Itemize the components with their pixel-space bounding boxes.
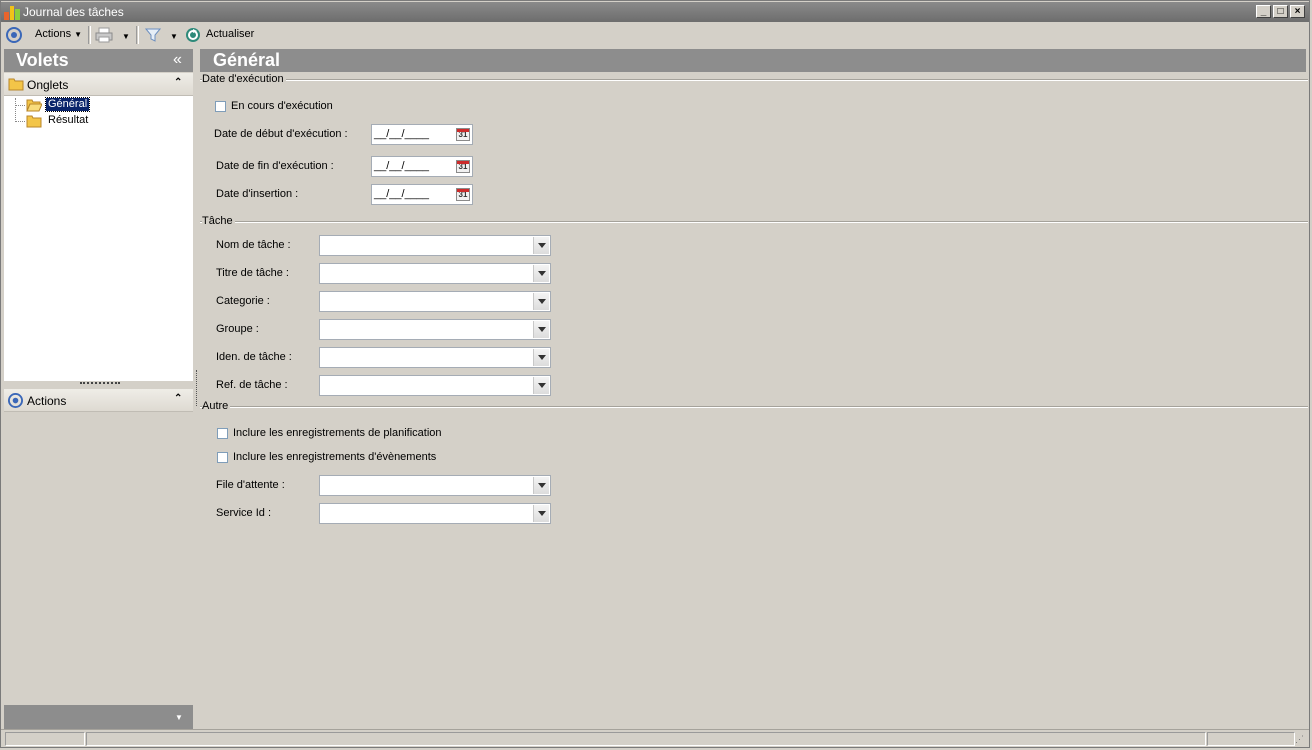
queue-select[interactable] — [319, 475, 551, 496]
actions-section-header[interactable]: Actions ⌃ — [4, 389, 193, 412]
task-name-select[interactable] — [319, 235, 551, 256]
tree-item-general[interactable]: Général — [44, 97, 91, 112]
status-bar: ⋰ — [1, 729, 1309, 748]
task-id-select[interactable] — [319, 347, 551, 368]
page-title: Général — [213, 50, 281, 70]
chevron-down-icon[interactable] — [533, 321, 549, 338]
chevron-down-icon[interactable] — [533, 349, 549, 366]
start-date-field[interactable]: __/__/____ 31 — [371, 124, 473, 145]
filter-dropdown-icon[interactable]: ▼ — [170, 32, 178, 41]
end-date-field[interactable]: __/__/____ 31 — [371, 156, 473, 177]
filter-icon[interactable] — [144, 27, 162, 46]
chevron-down-icon[interactable] — [533, 293, 549, 310]
chevron-down-icon[interactable] — [533, 265, 549, 282]
execution-group-title: Date d'exécution — [202, 73, 286, 85]
sidebar-footer: ▼ — [4, 705, 193, 729]
splitter-handle[interactable] — [80, 382, 120, 387]
task-title-label: Titre de tâche : — [216, 267, 289, 279]
status-cell — [1207, 732, 1295, 746]
actions-section-label: Actions — [27, 394, 67, 408]
sidebar-header: Volets « — [4, 49, 193, 72]
title-bar: Journal des tâches _ □ × — [1, 2, 1309, 22]
resize-grip-icon[interactable]: ⋰ — [1295, 734, 1304, 745]
sidebar-title: Volets — [16, 50, 69, 70]
service-id-label: Service Id : — [216, 507, 272, 519]
date-mask: __/__/____ — [374, 128, 430, 140]
chevron-down-icon: ▼ — [74, 30, 83, 39]
collapse-sidebar-icon[interactable]: « — [173, 51, 182, 69]
end-date-label: Date de fin d'exécution : — [216, 160, 334, 172]
chevron-down-icon[interactable]: ▼ — [175, 713, 183, 722]
actions-icon — [8, 393, 23, 411]
refresh-icon[interactable] — [185, 27, 201, 46]
status-cell — [86, 732, 1206, 746]
task-title-select[interactable] — [319, 263, 551, 284]
refresh-button[interactable]: Actualiser — [206, 28, 254, 40]
main-header: Général — [200, 49, 1306, 72]
include-events-checkbox[interactable] — [217, 452, 228, 463]
collapse-section-icon[interactable]: ⌃ — [174, 393, 182, 404]
print-dropdown-icon[interactable]: ▼ — [122, 32, 130, 41]
vertical-splitter[interactable] — [196, 370, 197, 406]
tree-line — [15, 98, 16, 122]
group-divider — [200, 406, 1308, 408]
calendar-icon[interactable]: 31 — [456, 188, 470, 201]
calendar-icon[interactable]: 31 — [456, 160, 470, 173]
tabs-section-header[interactable]: Onglets ⌃ — [4, 73, 193, 96]
chevron-down-icon[interactable] — [533, 477, 549, 494]
include-planning-checkbox[interactable] — [217, 428, 228, 439]
tree-line — [15, 105, 25, 106]
date-mask: __/__/____ — [374, 188, 430, 200]
app-icon — [4, 4, 20, 20]
group-select[interactable] — [319, 319, 551, 340]
collapse-section-icon[interactable]: ⌃ — [174, 77, 182, 88]
group-divider — [200, 221, 1308, 223]
group-label: Groupe : — [216, 323, 259, 335]
include-events-label: Inclure les enregistrements d'évènements — [233, 451, 437, 463]
tabs-section-label: Onglets — [27, 78, 69, 92]
task-id-label: Iden. de tâche : — [216, 351, 292, 363]
task-name-label: Nom de tâche : — [216, 239, 291, 251]
insert-date-field[interactable]: __/__/____ 31 — [371, 184, 473, 205]
date-mask: __/__/____ — [374, 160, 430, 172]
tree-line — [15, 121, 25, 122]
category-label: Categorie : — [216, 295, 270, 307]
in-progress-checkbox[interactable] — [215, 101, 226, 112]
folder-open-icon — [26, 98, 43, 115]
chevron-down-icon[interactable] — [533, 505, 549, 522]
toolbar-separator — [136, 26, 139, 44]
maximize-button[interactable]: □ — [1273, 5, 1288, 18]
calendar-icon[interactable]: 31 — [456, 128, 470, 141]
service-id-select[interactable] — [319, 503, 551, 524]
insert-date-label: Date d'insertion : — [216, 188, 299, 200]
task-group-title: Tâche — [202, 215, 235, 227]
folder-icon — [8, 77, 24, 94]
window-title: Journal des tâches — [23, 5, 124, 19]
group-divider — [200, 79, 1308, 81]
chevron-down-icon[interactable] — [533, 237, 549, 254]
tree-item-result[interactable]: Résultat — [46, 114, 90, 127]
other-group-title: Autre — [202, 400, 231, 412]
actions-menu-label: Actions — [35, 28, 72, 40]
task-ref-select[interactable] — [319, 375, 551, 396]
include-planning-label: Inclure les enregistrements de planifica… — [233, 427, 442, 439]
actions-menu-button[interactable]: Actions ▼ — [35, 28, 82, 40]
chevron-down-icon[interactable] — [533, 377, 549, 394]
print-icon[interactable] — [95, 27, 113, 46]
actions-icon[interactable] — [6, 27, 22, 46]
in-progress-label: En cours d'exécution — [231, 100, 333, 112]
category-select[interactable] — [319, 291, 551, 312]
toolbar-separator — [88, 26, 91, 44]
start-date-label: Date de début d'exécution : — [214, 128, 348, 140]
task-ref-label: Ref. de tâche : — [216, 379, 288, 391]
close-button[interactable]: × — [1290, 5, 1305, 18]
queue-label: File d'attente : — [216, 479, 285, 491]
tabs-tree: Général Résultat — [4, 96, 193, 381]
toolbar: Actions ▼ ▼ ▼ Actualiser — [1, 23, 1309, 48]
status-cell — [5, 732, 85, 746]
minimize-button[interactable]: _ — [1256, 5, 1271, 18]
folder-icon — [26, 114, 42, 131]
